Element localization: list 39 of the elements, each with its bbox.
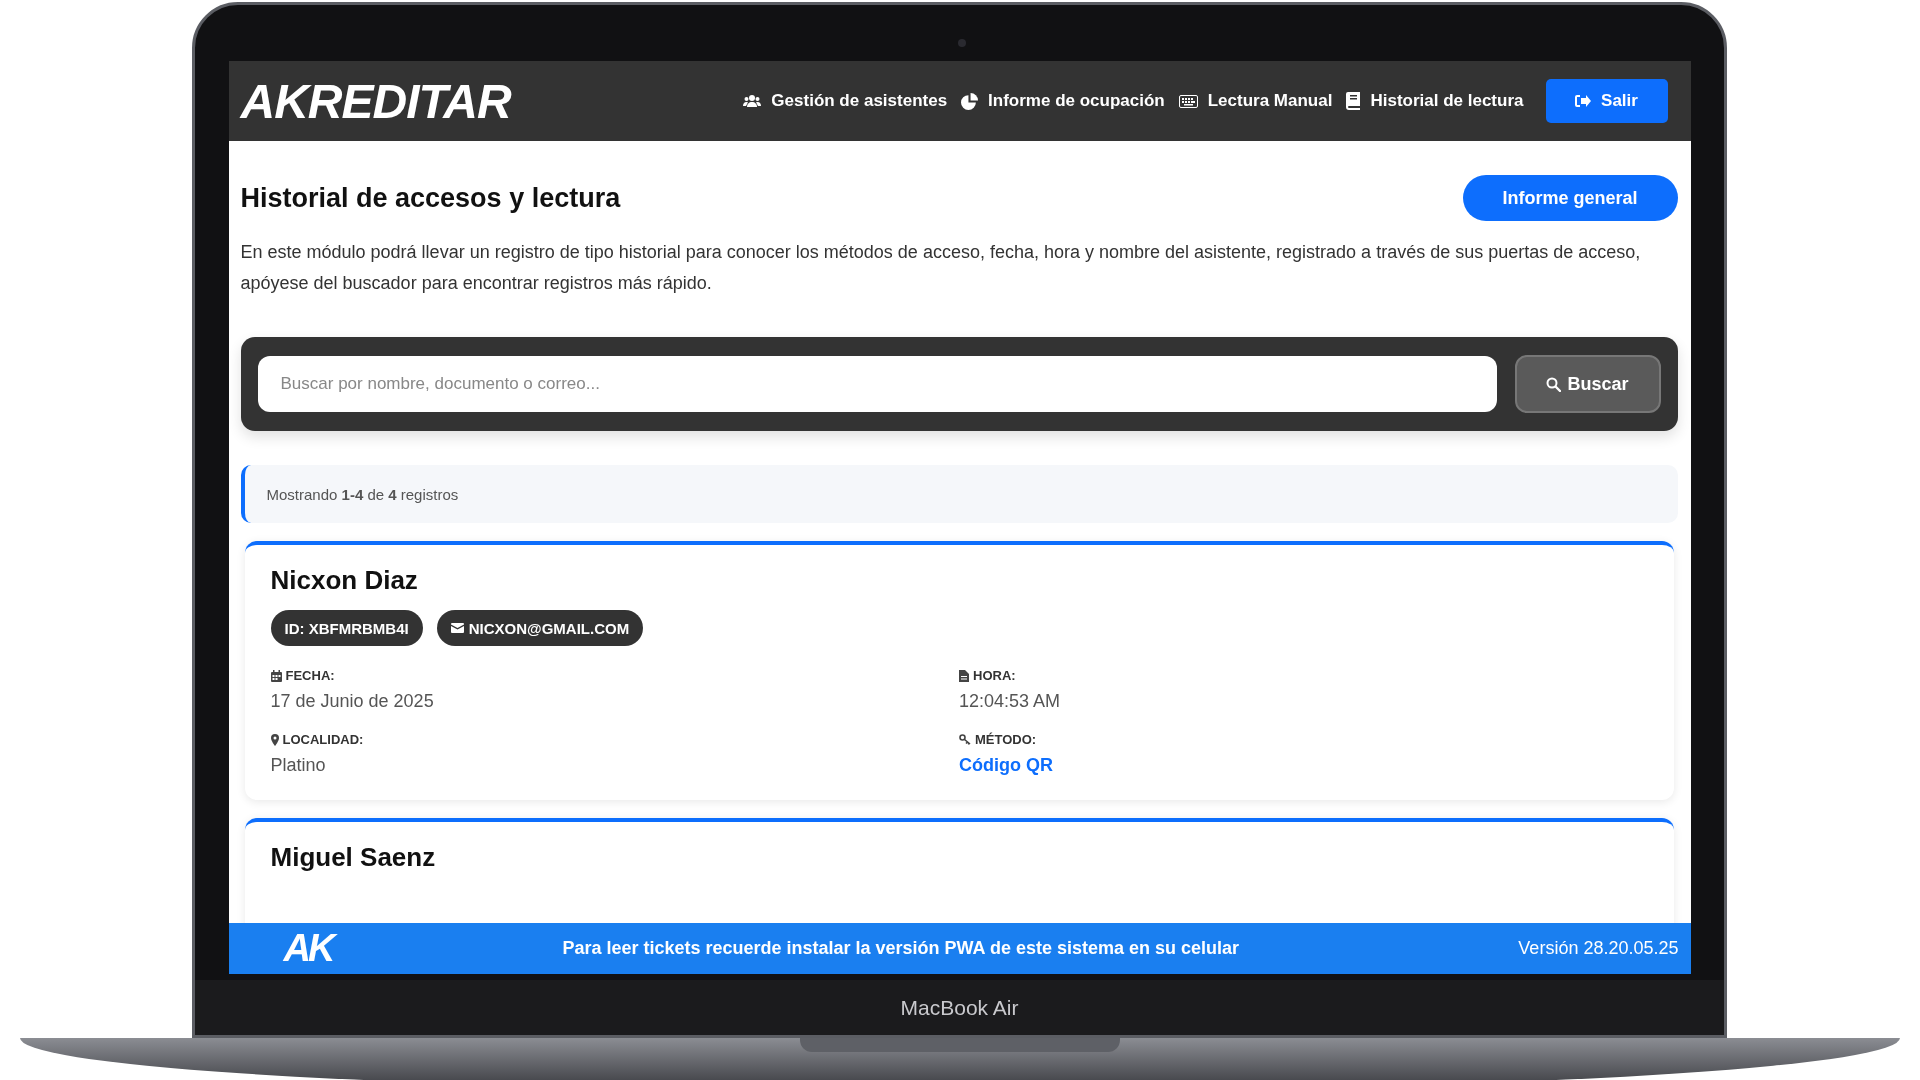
- field-label: FECHA:: [285, 668, 335, 683]
- calendar-icon: [270, 669, 282, 682]
- footer-message: Para leer tickets recuerde instalar la versión PWA de este sistema en su celular: [562, 938, 1240, 959]
- results-count: Mostrando 1-4 de 4 registros: [266, 485, 459, 503]
- search-button[interactable]: Buscar: [1514, 355, 1661, 413]
- field-label: MÉTODO:: [975, 732, 1037, 747]
- pie-chart-icon: [961, 92, 979, 110]
- attendee-name: Nicxon Diaz: [270, 565, 419, 596]
- nav-link[interactable]: Lectura Manual: [1178, 91, 1333, 111]
- keyboard-icon: [1178, 94, 1198, 108]
- key-icon: [959, 734, 971, 745]
- field-label: LOCALIDAD:: [282, 732, 364, 747]
- camera-dot: [958, 39, 966, 47]
- field-value: 12:04:53 AM: [959, 691, 1062, 712]
- nav-link[interactable]: Historial de lectura: [1346, 91, 1524, 111]
- logout-button[interactable]: Salir: [1545, 79, 1668, 123]
- field-label: HORA:: [973, 668, 1016, 683]
- search-field[interactable]: Buscar por nombre, documento o correo...: [257, 356, 1497, 412]
- brand-logo[interactable]: AKREDITAR: [240, 73, 511, 129]
- field-value: Platino: [270, 755, 327, 776]
- field-value: Código QR: [959, 755, 1054, 776]
- map-pin-icon: [270, 733, 279, 746]
- general-report-button[interactable]: Informe general: [1462, 175, 1678, 221]
- search-icon: [1546, 376, 1562, 392]
- field-value: 17 de Junio de 2025: [270, 691, 435, 712]
- version-label: Versión 28.20.05.25: [1518, 938, 1679, 959]
- users-icon: [743, 94, 762, 108]
- id-badge: ID: XBFMRBMB4I: [270, 610, 423, 646]
- page-description: En este módulo podrá llevar un registro de tipo historial para conocer los métodos de acceso, fecha, hora y nombre del asistente, registrado a través de sus puertas de acceso, apóyese del buscador para encontrar registros más rápido.: [240, 241, 1642, 295]
- email-text: NICXON@GMAIL.COM: [468, 619, 630, 637]
- envelope-icon: [450, 623, 464, 633]
- file-icon: [959, 669, 969, 682]
- laptop-model-label: MacBook Air: [900, 995, 1019, 1020]
- book-icon: [1346, 92, 1361, 110]
- nav-link[interactable]: Informe de ocupación: [961, 91, 1165, 111]
- page-title: Historial de accesos y lectura: [240, 182, 621, 214]
- nav-link[interactable]: Gestión de asistentes: [743, 91, 948, 111]
- sign-out-icon: [1575, 94, 1592, 108]
- attendee-name: Miguel Saenz: [270, 842, 437, 873]
